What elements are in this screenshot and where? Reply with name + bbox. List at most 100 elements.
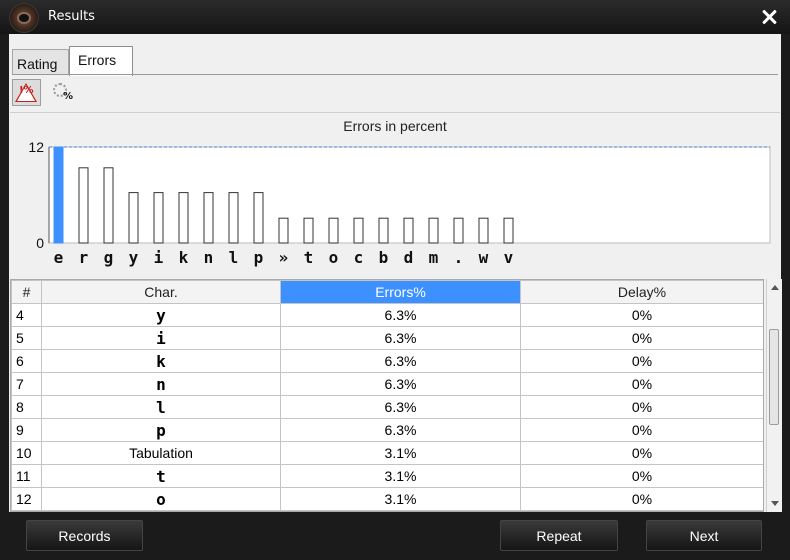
- x-tick-label: o: [329, 248, 339, 267]
- x-tick-label: l: [229, 248, 239, 267]
- row-number: 12: [11, 487, 42, 511]
- bar-17[interactable]: [478, 217, 489, 244]
- header-num[interactable]: #: [11, 280, 42, 304]
- table-row[interactable]: 11 t 3.1% 0%: [11, 464, 763, 488]
- row-delay: 0%: [520, 464, 763, 488]
- bar-16[interactable]: [453, 217, 464, 244]
- results-panel: Rating Errors !% % Errors in percent 12 0…: [9, 34, 782, 512]
- row-char: Tabulation: [41, 441, 281, 465]
- row-errors: 3.1%: [280, 487, 521, 511]
- close-icon[interactable]: [758, 6, 780, 28]
- row-delay: 0%: [520, 487, 763, 511]
- table-row[interactable]: 12 o 3.1% 0%: [11, 487, 763, 511]
- row-errors: 6.3%: [280, 349, 521, 373]
- bar-0[interactable]: [53, 146, 64, 244]
- x-tick-label: v: [504, 248, 514, 267]
- bar-1[interactable]: [78, 167, 89, 244]
- window-title: Results: [48, 9, 95, 24]
- row-char: n: [41, 372, 281, 396]
- row-number: 4: [11, 303, 42, 327]
- x-tick-label: b: [379, 248, 389, 267]
- table-body: 4 y 6.3% 0% 5 i 6.3% 0% 6 k 6.3% 0% 7 n 6.3% 0% 8 l 6.3% 0%…: [11, 303, 763, 511]
- scroll-up-icon[interactable]: [771, 285, 779, 290]
- table-header-row: # Char. Errors% Delay%: [11, 280, 763, 304]
- x-tick-label: e: [54, 248, 64, 267]
- bar-5[interactable]: [178, 192, 189, 244]
- table-row[interactable]: 8 l 6.3% 0%: [11, 395, 763, 419]
- bar-2[interactable]: [103, 167, 114, 244]
- row-delay: 0%: [520, 349, 763, 373]
- records-button[interactable]: Records: [26, 520, 143, 551]
- errors-bar-chart: 12 0e r g y i k n l p » t o c b d m. w v: [28, 139, 771, 267]
- row-errors: 3.1%: [280, 464, 521, 488]
- x-tick-label: t: [304, 248, 314, 267]
- row-char: k: [41, 349, 281, 373]
- x-tick-label: i: [154, 248, 164, 267]
- row-errors: 6.3%: [280, 372, 521, 396]
- table-row[interactable]: 5 i 6.3% 0%: [11, 326, 763, 350]
- table-scrollbar[interactable]: [766, 279, 782, 512]
- bar-3[interactable]: [128, 192, 139, 244]
- row-delay: 0%: [520, 441, 763, 465]
- next-button[interactable]: Next: [646, 520, 762, 551]
- errors-percent-button[interactable]: !%: [12, 79, 41, 106]
- x-tick-label: p: [254, 248, 264, 267]
- header-errors[interactable]: Errors%: [280, 280, 521, 304]
- x-tick-label: g: [104, 248, 114, 267]
- bar-8[interactable]: [253, 192, 264, 244]
- scroll-thumb[interactable]: [769, 329, 779, 425]
- title-bar: Results: [0, 0, 790, 34]
- x-tick-label: m: [429, 248, 439, 267]
- bar-12[interactable]: [353, 217, 364, 244]
- x-tick-label: w: [479, 248, 489, 267]
- delay-percent-button[interactable]: %: [49, 79, 78, 106]
- y-tick-label: 0: [36, 235, 44, 251]
- x-tick-label: k: [179, 248, 189, 267]
- tab-rating[interactable]: Rating: [12, 49, 69, 74]
- percent-glyph: %: [63, 91, 74, 102]
- bar-9[interactable]: [278, 217, 289, 244]
- app-logo-icon: [9, 3, 39, 33]
- results-table: # Char. Errors% Delay% 4 y 6.3% 0% 5 i 6.3% 0% 6 k 6.…: [10, 279, 764, 512]
- row-char: p: [41, 418, 281, 442]
- row-char: y: [41, 303, 281, 327]
- x-tick-label: y: [129, 248, 139, 267]
- row-number: 9: [11, 418, 42, 442]
- x-tick-label: »: [279, 248, 289, 267]
- bar-13[interactable]: [378, 217, 389, 244]
- row-errors: 6.3%: [280, 303, 521, 327]
- tab-errors[interactable]: Errors: [69, 46, 133, 76]
- bar-7[interactable]: [228, 192, 239, 244]
- table-row[interactable]: 7 n 6.3% 0%: [11, 372, 763, 396]
- table-row[interactable]: 9 p 6.3% 0%: [11, 418, 763, 442]
- row-number: 6: [11, 349, 42, 373]
- bar-14[interactable]: [403, 217, 414, 244]
- bar-6[interactable]: [203, 192, 214, 244]
- x-tick-label: n: [204, 248, 214, 267]
- row-number: 8: [11, 395, 42, 419]
- table-row[interactable]: 10 Tabulation 3.1% 0%: [11, 441, 763, 465]
- row-delay: 0%: [520, 418, 763, 442]
- row-delay: 0%: [520, 372, 763, 396]
- x-tick-label: r: [79, 248, 89, 267]
- x-tick-label: c: [354, 248, 364, 267]
- row-number: 11: [11, 464, 42, 488]
- scroll-down-icon[interactable]: [771, 501, 779, 506]
- row-delay: 0%: [520, 303, 763, 327]
- repeat-button[interactable]: Repeat: [500, 520, 618, 551]
- header-delay[interactable]: Delay%: [520, 280, 763, 304]
- row-number: 10: [11, 441, 42, 465]
- header-char[interactable]: Char.: [41, 280, 281, 304]
- errors-chart: Errors in percent 12 0 e r g y i k n l p» t o c b d m. w v: [10, 112, 780, 278]
- percent-glyph: !%: [19, 85, 34, 96]
- bar-15[interactable]: [428, 217, 439, 244]
- row-errors: 3.1%: [280, 441, 521, 465]
- bar-18[interactable]: [503, 217, 514, 244]
- bar-10[interactable]: [303, 217, 314, 244]
- bar-11[interactable]: [328, 217, 339, 244]
- row-char: o: [41, 487, 281, 511]
- table-row[interactable]: 4 y 6.3% 0%: [11, 303, 763, 327]
- row-errors: 6.3%: [280, 418, 521, 442]
- table-row[interactable]: 6 k 6.3% 0%: [11, 349, 763, 373]
- bar-4[interactable]: [153, 192, 164, 244]
